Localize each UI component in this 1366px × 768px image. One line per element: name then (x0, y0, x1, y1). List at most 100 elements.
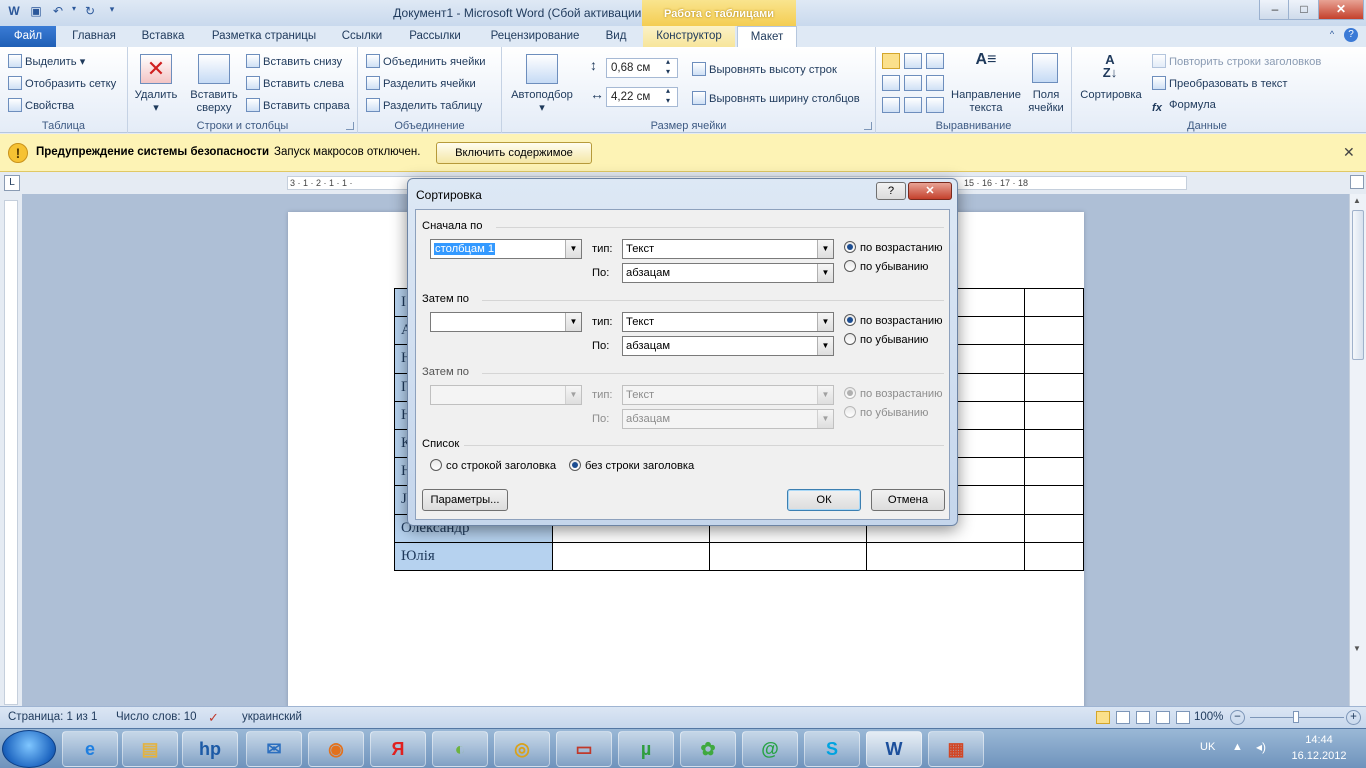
text-direction-icon[interactable]: A≡ (970, 51, 1002, 81)
chevron-down-icon[interactable]: ▼ (565, 313, 581, 331)
zoom-out-icon[interactable]: − (1230, 710, 1245, 725)
select-button[interactable]: Выделить ▾ (8, 54, 85, 69)
table-cell[interactable] (1023, 541, 1085, 571)
table-cell[interactable] (1023, 400, 1085, 430)
with-header-row-radio[interactable]: со строкой заголовка (430, 459, 556, 473)
minimize-button[interactable]: – (1259, 0, 1291, 20)
outline-view-icon[interactable] (1156, 711, 1170, 724)
tab-file[interactable]: Файл (0, 26, 56, 47)
distribute-rows-button[interactable]: Выровнять высоту строк (692, 62, 837, 77)
align-middle-center-icon[interactable] (904, 75, 922, 91)
then-by-using-combo[interactable]: абзацам ▼ (622, 336, 834, 356)
first-by-type-combo[interactable]: Текст ▼ (622, 239, 834, 259)
tab-insert[interactable]: Вставка (132, 26, 194, 47)
col-width-spinner-icon[interactable]: ▴ ▾ (666, 86, 670, 106)
first-by-descending-radio[interactable]: по убыванию (844, 260, 928, 274)
cell-size-launcher-icon[interactable] (864, 122, 872, 130)
insert-below-button[interactable]: Вставить снизу (246, 54, 342, 69)
icq-icon[interactable]: ✿ (680, 731, 736, 767)
chevron-down-icon[interactable]: ▼ (817, 313, 833, 331)
scroll-down-icon[interactable]: ▼ (1353, 644, 1361, 653)
table-cell[interactable] (1023, 344, 1085, 374)
tab-selector-icon[interactable]: L (4, 175, 20, 191)
zoom-slider-thumb[interactable] (1293, 711, 1299, 723)
cancel-button[interactable]: Отмена (871, 489, 945, 511)
volume-icon[interactable]: ◂) (1256, 740, 1266, 754)
show-grid-button[interactable]: Отобразить сетку (8, 76, 116, 91)
clock-date[interactable]: 16.12.2012 (1286, 750, 1352, 762)
then-by-2-using-combo[interactable]: абзацам ▼ (622, 409, 834, 429)
draft-view-icon[interactable] (1176, 711, 1190, 724)
utorrent-icon[interactable]: µ (618, 731, 674, 767)
print-layout-view-icon[interactable] (1096, 711, 1110, 724)
table-cell[interactable] (1023, 485, 1085, 515)
hp-icon[interactable]: hp (182, 731, 238, 767)
ok-button[interactable]: ОК (787, 489, 861, 511)
input-language[interactable]: UK (1200, 741, 1215, 753)
table-cell[interactable] (1023, 372, 1085, 402)
document-taskbar-icon[interactable]: ▦ (928, 731, 984, 767)
table-cell-name[interactable]: Юлія (393, 541, 554, 571)
chevron-down-icon[interactable]: ▼ (817, 240, 833, 258)
tab-view[interactable]: Вид (598, 26, 634, 47)
minimize-ribbon-icon[interactable]: ^ (1324, 29, 1340, 45)
maximize-button[interactable]: □ (1288, 0, 1320, 20)
dialog-close-button[interactable]: ✕ (908, 182, 952, 200)
language-indicator[interactable]: украинский (242, 707, 302, 728)
help-icon[interactable]: ? (1344, 28, 1358, 42)
without-header-row-radio[interactable]: без строки заголовка (569, 459, 694, 473)
table-cell[interactable] (1023, 457, 1085, 487)
tab-mailings[interactable]: Рассылки (400, 26, 470, 47)
chevron-down-icon[interactable]: ▼ (565, 240, 581, 258)
cell-margins-button[interactable]: Поля ячейки (1024, 89, 1068, 115)
then-by-2-type-combo[interactable]: Текст ▼ (622, 385, 834, 405)
align-top-right-icon[interactable] (926, 53, 944, 69)
properties-button[interactable]: Свойства (8, 98, 74, 113)
yandex-icon[interactable]: Я (370, 731, 426, 767)
options-button[interactable]: Параметры... (422, 489, 508, 511)
view-ruler-icon[interactable] (1350, 175, 1364, 189)
rows-cols-launcher-icon[interactable] (346, 122, 354, 130)
merge-cells-button[interactable]: Объединить ячейки (366, 54, 485, 69)
align-top-center-icon[interactable] (904, 53, 922, 69)
spellcheck-icon[interactable]: ✓ (208, 707, 219, 728)
delete-button[interactable]: Удалить ▾ (130, 89, 182, 115)
repeat-headers-button[interactable]: Повторить строки заголовков (1152, 54, 1321, 69)
mail-icon[interactable]: ✉ (246, 731, 302, 767)
close-message-icon[interactable]: ✕ (1343, 144, 1355, 161)
tab-review[interactable]: Рецензирование (480, 26, 590, 47)
vertical-ruler[interactable] (4, 200, 18, 705)
first-by-using-combo[interactable]: абзацам ▼ (622, 263, 834, 283)
chevron-down-icon[interactable]: ▼ (817, 410, 833, 428)
start-button[interactable] (2, 730, 56, 768)
first-by-column-combo[interactable]: столбцам 1 ▼ (430, 239, 582, 259)
tab-page-layout[interactable]: Разметка страницы (202, 26, 326, 47)
then-by-2-descending-radio[interactable]: по убыванию (844, 406, 928, 420)
dialog-help-button[interactable]: ? (876, 182, 906, 200)
autofit-icon[interactable] (526, 54, 558, 84)
table-cell[interactable] (1023, 428, 1085, 459)
align-top-left-icon[interactable] (882, 53, 900, 69)
formula-button[interactable]: fx Формула (1152, 98, 1216, 115)
tray-arrow-icon[interactable]: ▲ (1232, 741, 1243, 753)
align-middle-right-icon[interactable] (926, 75, 944, 91)
close-window-button[interactable]: ✕ (1318, 0, 1364, 20)
chevron-down-icon[interactable]: ▼ (817, 337, 833, 355)
insert-above-icon[interactable] (198, 54, 230, 84)
scrollbar-thumb[interactable] (1352, 210, 1364, 360)
tab-references[interactable]: Ссылки (332, 26, 392, 47)
chevron-down-icon[interactable]: ▼ (565, 386, 581, 404)
then-by-2-column-combo[interactable]: ▼ (430, 385, 582, 405)
ie-icon[interactable]: e (62, 731, 118, 767)
distribute-cols-button[interactable]: Выровнять ширину столбцов (692, 91, 860, 106)
chevron-down-icon[interactable]: ▼ (817, 264, 833, 282)
table-cell[interactable] (1023, 287, 1085, 318)
word-taskbar-icon[interactable]: W (866, 731, 922, 767)
firefox-icon[interactable]: ◉ (308, 731, 364, 767)
insert-above-button[interactable]: Вставить сверху (186, 89, 242, 115)
insert-right-button[interactable]: Вставить справа (246, 98, 350, 113)
tab-home[interactable]: Главная (62, 26, 126, 47)
delete-table-icon[interactable]: ✕ (140, 54, 172, 84)
then-by-type-combo[interactable]: Текст ▼ (622, 312, 834, 332)
reading-view-icon[interactable] (1116, 711, 1130, 724)
